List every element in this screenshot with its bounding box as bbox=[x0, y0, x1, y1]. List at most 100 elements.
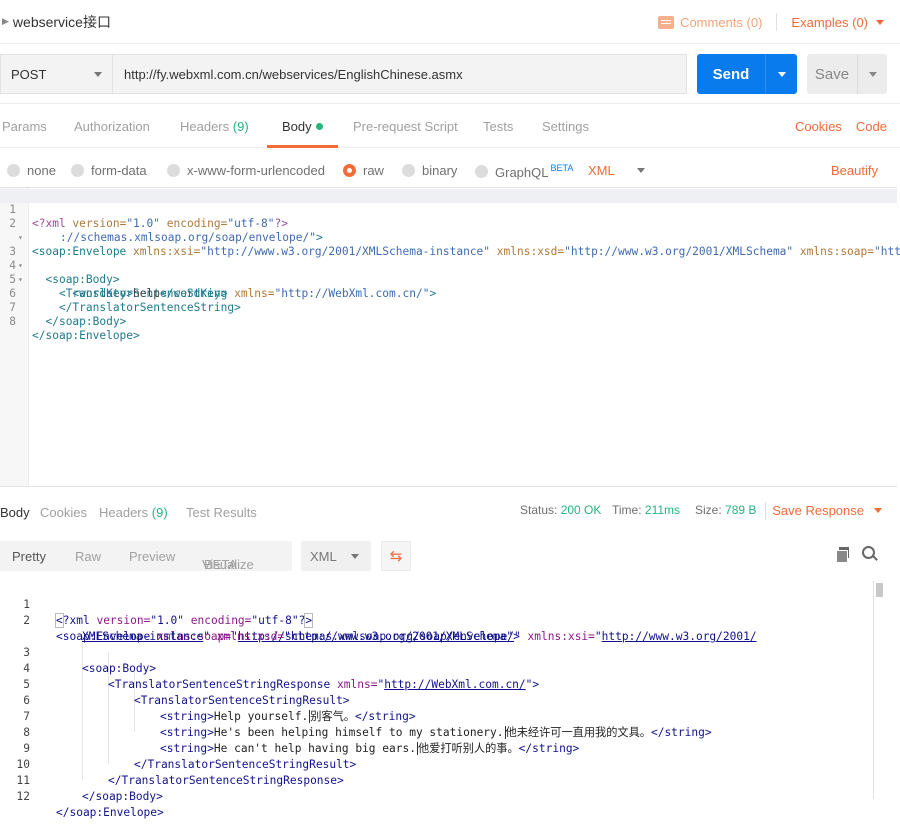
raw-format-value: XML bbox=[588, 163, 615, 178]
code-text: </soap:Body> bbox=[82, 790, 163, 803]
radio-icon bbox=[475, 165, 488, 178]
code-text: XMLSchema-instance" xmlns:xsd="http://ww… bbox=[82, 630, 520, 643]
headers-count: (9) bbox=[232, 119, 249, 134]
method-select[interactable]: POST bbox=[0, 54, 113, 94]
copy-icon[interactable] bbox=[836, 547, 850, 563]
body-type-raw[interactable]: raw bbox=[343, 163, 384, 178]
view-preview[interactable]: Preview bbox=[129, 549, 175, 564]
code-text: <wordKey>help</wordKey> bbox=[72, 287, 228, 300]
tab-response-headers-label: Headers bbox=[99, 505, 149, 520]
tab-params[interactable]: Params bbox=[2, 104, 47, 148]
send-options-button[interactable] bbox=[765, 54, 797, 94]
examples-dropdown[interactable]: Examples (0) bbox=[791, 15, 884, 30]
examples-label: Examples (0) bbox=[791, 14, 868, 30]
response-line: 2 <soap:Envelope xmlns:soap="http://sche… bbox=[0, 597, 756, 643]
body-indicator-dot bbox=[315, 123, 323, 130]
time-value: 211ms bbox=[644, 503, 681, 517]
view-mode-segment: Pretty Raw Preview Visualize BETA bbox=[0, 541, 292, 572]
tab-body-label: Body bbox=[282, 119, 312, 134]
chevron-down-icon bbox=[351, 553, 359, 559]
response-tab-bar: Body Cookies Headers (9) Test Results St… bbox=[0, 495, 900, 529]
code-text: </TranslatorSentenceString> bbox=[58, 301, 241, 314]
response-line: 1 <?xml version="1.0" encoding="utf-8"?> bbox=[0, 581, 314, 628]
editor-line: 8 </soap:Envelope> bbox=[0, 301, 140, 342]
beta-badge: BETA bbox=[550, 163, 574, 173]
save-button[interactable]: Save bbox=[807, 54, 887, 94]
search-icon[interactable] bbox=[862, 546, 878, 562]
code-text: </soap:Body> bbox=[45, 315, 127, 328]
code-link[interactable]: Code bbox=[856, 104, 887, 148]
save-label: Save bbox=[814, 65, 850, 83]
code-text: <string>Help yourself. 别客气。</string> bbox=[160, 710, 416, 723]
wrap-lines-button[interactable]: ⇆ bbox=[381, 541, 411, 571]
radio-icon bbox=[7, 164, 20, 177]
response-line: 8 <string>He can't help having big ears.… bbox=[0, 709, 579, 755]
chevron-down-icon bbox=[636, 168, 645, 173]
body-type-urlencoded[interactable]: x-www-form-urlencoded bbox=[167, 163, 325, 178]
scrollbar-thumb[interactable] bbox=[876, 583, 883, 597]
radio-icon bbox=[71, 164, 84, 177]
request-title-bar: ▶ webservice接口 Comments (0) Examples (0) bbox=[0, 0, 900, 44]
chevron-down-icon bbox=[868, 71, 877, 77]
editor-line: 7 </soap:Body> bbox=[0, 287, 126, 328]
size-readout: Size: 789 B bbox=[695, 503, 756, 517]
response-format-select[interactable]: XML bbox=[301, 541, 371, 571]
response-body-viewer[interactable]: 1 <?xml version="1.0" encoding="utf-8"?>… bbox=[0, 580, 900, 819]
send-button[interactable]: Send bbox=[697, 54, 797, 94]
chevron-down-icon bbox=[94, 71, 102, 77]
radio-label: none bbox=[27, 163, 56, 178]
status-label: Status: bbox=[520, 503, 558, 517]
tab-response-headers[interactable]: Headers (9) bbox=[99, 505, 168, 520]
tab-body[interactable]: Body bbox=[267, 104, 338, 148]
request-row: POST http://fy.webxml.com.cn/webservices… bbox=[0, 44, 900, 104]
comments-button[interactable]: Comments (0) bbox=[658, 15, 762, 30]
tab-headers-label: Headers bbox=[180, 119, 230, 134]
url-input[interactable]: http://fy.webxml.com.cn/webservices/Engl… bbox=[113, 54, 687, 94]
request-name[interactable]: webservice接口 bbox=[13, 12, 111, 32]
tab-tests[interactable]: Tests bbox=[483, 104, 513, 148]
radio-selected-icon bbox=[343, 164, 356, 177]
save-response-button[interactable]: Save Response bbox=[772, 503, 882, 518]
response-scrollbar[interactable] bbox=[873, 581, 885, 799]
tab-settings[interactable]: Settings bbox=[542, 104, 589, 148]
radio-label: GraphQL BETA bbox=[495, 163, 573, 180]
radio-label: x-www-form-urlencoded bbox=[187, 163, 325, 178]
code-text: <soap:Body> bbox=[45, 273, 120, 286]
request-body-editor[interactable]: 1 <?xml version="1.0" encoding="utf-8"?>… bbox=[0, 187, 900, 487]
body-type-binary[interactable]: binary bbox=[402, 163, 457, 178]
radio-label: form-data bbox=[91, 163, 147, 178]
tab-response-cookies[interactable]: Cookies bbox=[40, 505, 87, 520]
chevron-down-icon bbox=[777, 71, 786, 77]
tab-authorization[interactable]: Authorization bbox=[74, 104, 150, 148]
tab-headers[interactable]: Headers (9) bbox=[180, 104, 249, 148]
code-text: <?xml version="1.0" encoding="utf-8"?> bbox=[32, 217, 289, 230]
body-type-form-data[interactable]: form-data bbox=[71, 163, 147, 178]
response-line: 10 </TranslatorSentenceStringResponse> bbox=[0, 741, 344, 787]
beautify-link[interactable]: Beautify bbox=[831, 163, 878, 178]
chevron-down-icon bbox=[876, 19, 884, 25]
cookies-link[interactable]: Cookies bbox=[795, 104, 842, 148]
editor-line: 1 <?xml version="1.0" encoding="utf-8"?> bbox=[0, 189, 288, 230]
tab-pre-request-script[interactable]: Pre-request Script bbox=[353, 104, 458, 148]
tab-response-body[interactable]: Body bbox=[0, 505, 30, 520]
chevron-down-icon bbox=[874, 508, 882, 513]
view-pretty[interactable]: Pretty bbox=[12, 549, 46, 564]
request-tabs: Params Authorization Headers (9) Body Pr… bbox=[0, 104, 900, 148]
body-type-none[interactable]: none bbox=[7, 163, 56, 178]
code-text: <TranslatorSentenceStringResponse xmlns=… bbox=[108, 678, 540, 691]
wrap-lines-icon: ⇆ bbox=[389, 548, 403, 565]
response-line: 7 <string>He's been helping himself to m… bbox=[0, 693, 712, 739]
response-line: 12 </soap:Envelope> bbox=[0, 773, 164, 819]
tab-test-results[interactable]: Test Results bbox=[186, 505, 257, 520]
radio-icon bbox=[402, 164, 415, 177]
save-options-button[interactable] bbox=[857, 54, 887, 94]
view-raw[interactable]: Raw bbox=[75, 549, 101, 564]
response-line: 11 </soap:Body> bbox=[0, 757, 163, 803]
beta-badge: BETA bbox=[204, 557, 237, 572]
collapse-caret-icon[interactable]: ▶ bbox=[2, 16, 9, 27]
raw-format-select[interactable]: XML bbox=[588, 163, 645, 178]
body-type-graphql[interactable]: GraphQL BETA bbox=[475, 163, 573, 180]
save-response-label: Save Response bbox=[772, 503, 864, 518]
response-line: 4 <TranslatorSentenceStringResponse xmln… bbox=[0, 645, 539, 691]
code-text: <?xml version="1.0" encoding="utf-8"?> bbox=[55, 613, 314, 628]
